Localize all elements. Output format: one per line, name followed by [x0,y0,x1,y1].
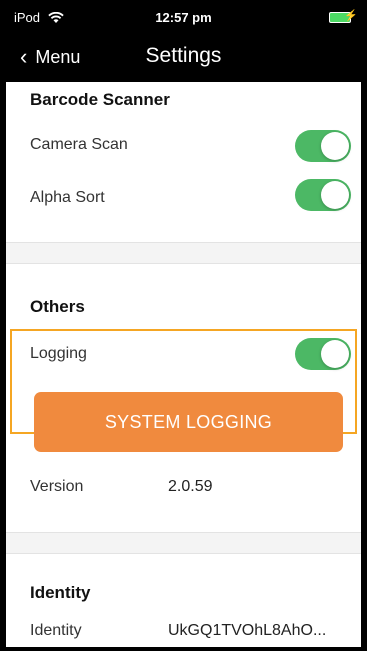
section-gap [6,243,361,263]
camera-scan-toggle[interactable] [295,130,351,162]
divider [6,263,361,264]
navigation-bar: ‹ Menu Settings [6,38,361,82]
version-label: Version [30,478,84,495]
section-title-others: Others [30,297,85,316]
alpha-sort-toggle[interactable] [295,179,351,211]
identity-value: UkGQ1TVOhL8AhO... [168,622,327,639]
section-title-barcode: Barcode Scanner [30,90,170,109]
section-gap [6,533,361,553]
top-bar: iPod 12:57 pm ⚡ ‹ Menu Settings [6,0,361,82]
charging-icon: ⚡ [344,10,358,22]
page-title: Settings [145,44,222,67]
camera-scan-label: Camera Scan [30,136,128,153]
toggle-knob [321,181,349,209]
system-logging-button[interactable]: SYSTEM LOGGING [34,392,343,452]
divider [6,553,361,554]
clock: 12:57 pm [155,10,212,25]
logging-label: Logging [30,345,87,362]
toggle-knob [321,132,349,160]
version-value: 2.0.59 [168,478,213,495]
section-title-identity: Identity [30,583,91,602]
status-bar: iPod 12:57 pm ⚡ [6,0,361,38]
settings-list: Barcode Scanner Camera Scan Alpha Sort O… [6,82,361,647]
toggle-knob [321,340,349,368]
device-screen: iPod 12:57 pm ⚡ ‹ Menu Settings Barcode … [0,0,367,651]
logging-toggle[interactable] [295,338,351,370]
alpha-sort-label: Alpha Sort [30,189,105,206]
identity-label: Identity [30,622,82,639]
